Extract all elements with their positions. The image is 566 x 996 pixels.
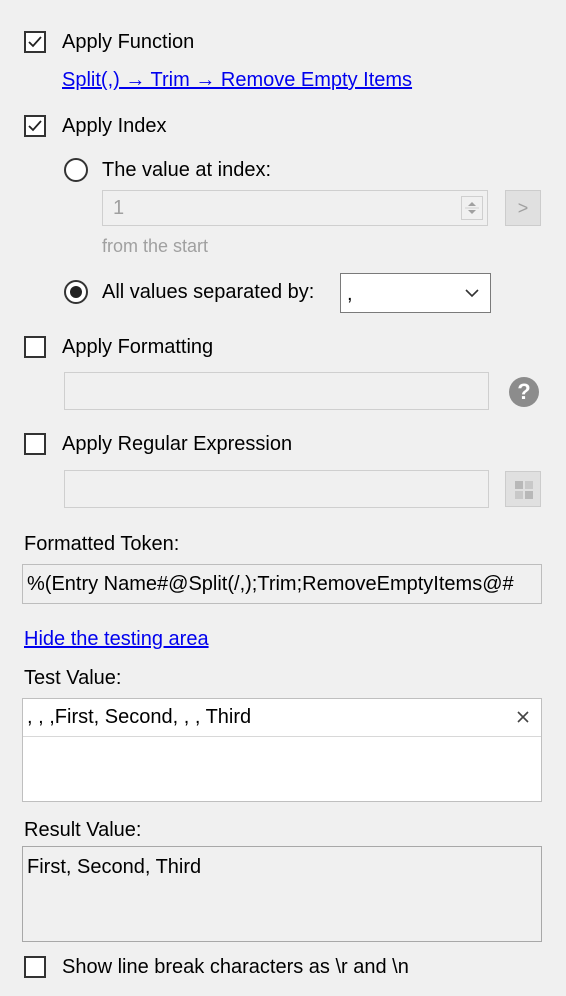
regex-picker-button[interactable] (505, 471, 541, 507)
result-value-field: First, Second, Third (22, 846, 542, 942)
radio-selected-dot (70, 286, 82, 298)
regex-palette-icon (515, 481, 533, 499)
apply-regex-checkbox[interactable] (24, 433, 46, 455)
index-spinner[interactable]: 1 (102, 190, 488, 226)
formatted-token-field[interactable]: %(Entry Name#@Split(/,);Trim;RemoveEmpty… (22, 564, 542, 604)
all-values-radio[interactable] (64, 280, 88, 304)
test-value-input[interactable]: , , ,First, Second, , , Third (22, 698, 542, 802)
index-direction-label: from the start (102, 236, 209, 256)
apply-function-label: Apply Function (62, 31, 195, 53)
all-values-label: All values separated by: (102, 281, 315, 303)
updown-arrows-icon (465, 202, 479, 214)
go-to-index-button[interactable]: > (505, 190, 541, 226)
apply-regex-label: Apply Regular Expression (62, 433, 293, 455)
show-line-breaks-checkbox[interactable] (24, 956, 46, 978)
separator-value: , (347, 283, 353, 305)
formatting-input[interactable] (64, 372, 489, 410)
formatted-token-label: Formatted Token: (24, 533, 180, 555)
value-at-index-radio[interactable] (64, 158, 88, 182)
show-line-breaks-label: Show line break characters as \r and \n (62, 956, 409, 978)
test-value-text: , , ,First, Second, , , Third (27, 706, 252, 728)
input-divider (23, 736, 541, 737)
hide-testing-area-link[interactable]: Hide the testing area (24, 627, 209, 651)
close-icon[interactable] (515, 709, 531, 725)
value-at-index-label: The value at index: (102, 159, 271, 181)
apply-index-label: Apply Index (62, 115, 167, 137)
index-value: 1 (113, 197, 125, 219)
checkmark-icon (28, 120, 42, 132)
checkmark-icon (28, 36, 42, 48)
spinner-arrows[interactable] (461, 196, 483, 220)
function-chain-link[interactable]: Split(,) → Trim → Remove Empty Items (62, 68, 412, 92)
test-value-label: Test Value: (24, 667, 122, 689)
apply-function-checkbox[interactable] (24, 31, 46, 53)
apply-index-checkbox[interactable] (24, 115, 46, 137)
result-value-label: Result Value: (24, 819, 142, 841)
separator-dropdown[interactable]: , (340, 273, 491, 313)
chevron-down-icon (465, 289, 479, 298)
regex-input[interactable] (64, 470, 489, 508)
result-value-text: First, Second, Third (27, 856, 202, 878)
formatted-token-value: %(Entry Name#@Split(/,);Trim;RemoveEmpty… (27, 573, 514, 595)
apply-formatting-checkbox[interactable] (24, 336, 46, 358)
question-circle-icon[interactable]: ? (508, 376, 540, 408)
svg-text:?: ? (517, 379, 530, 404)
apply-formatting-label: Apply Formatting (62, 336, 214, 358)
